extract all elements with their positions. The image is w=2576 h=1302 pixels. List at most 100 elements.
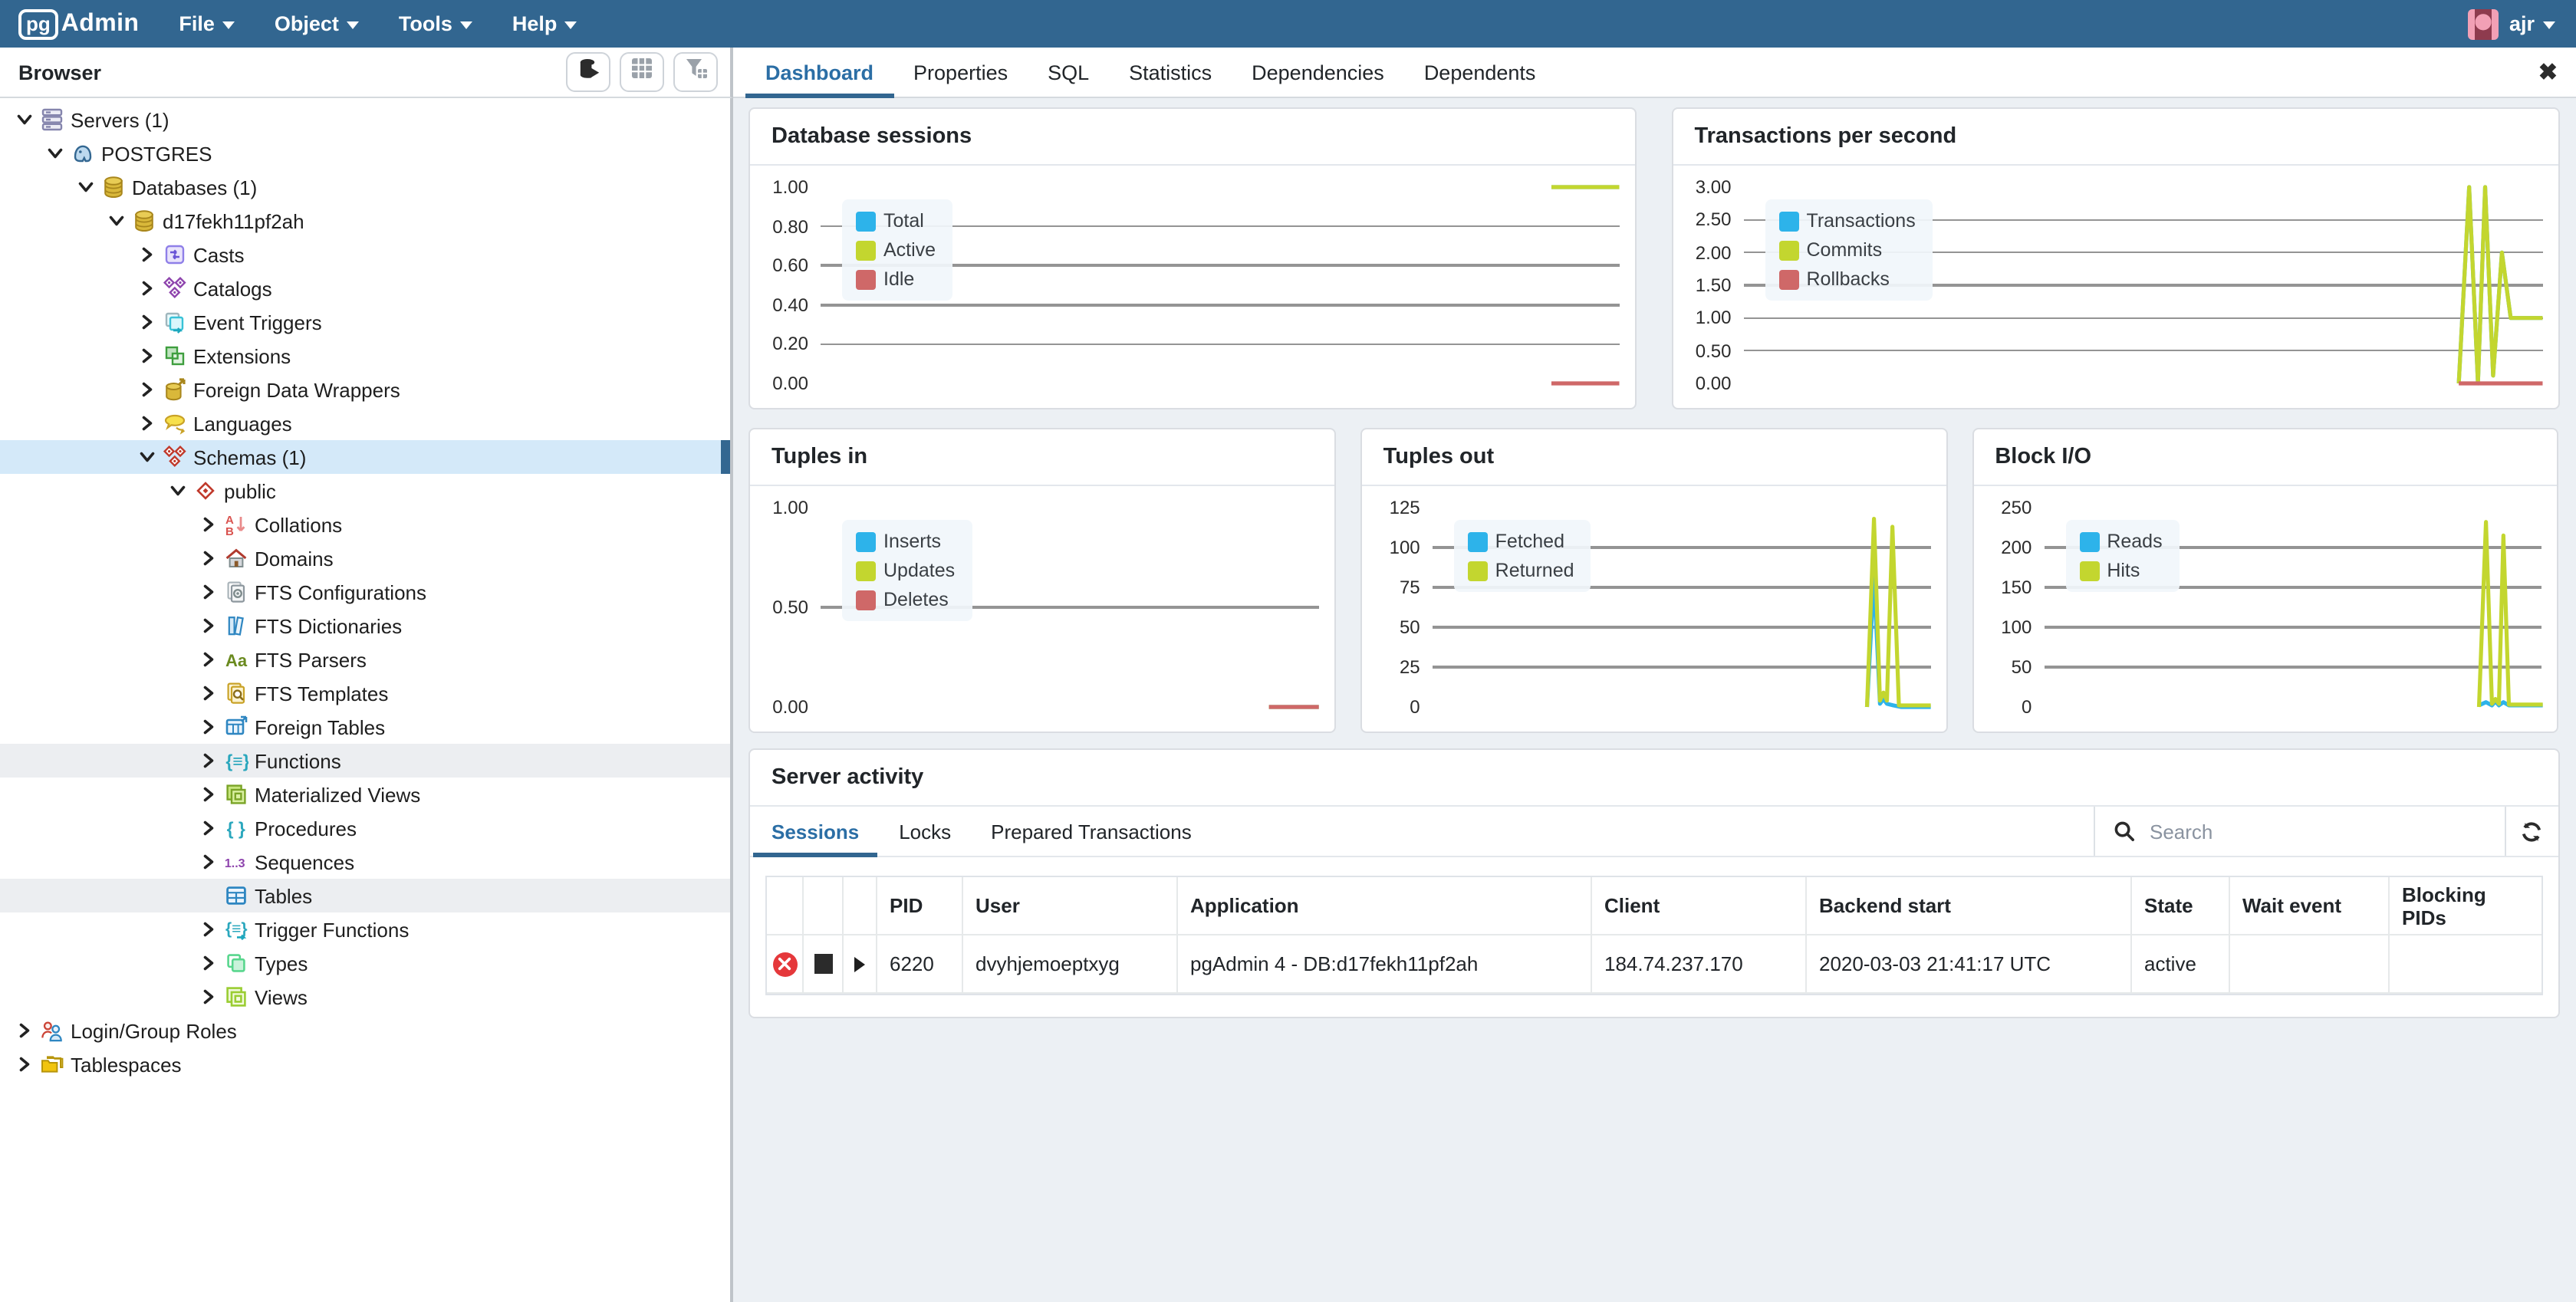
search-input[interactable] (2147, 818, 2413, 844)
tree-item-extensions[interactable]: Extensions (0, 339, 730, 373)
tree-expander-chevron-right-icon[interactable] (196, 715, 219, 738)
tree-expander-chevron-right-icon[interactable] (135, 277, 158, 300)
tree-item-materialized-views[interactable]: Materialized Views (0, 778, 730, 811)
tree-expander-chevron-right-icon[interactable] (135, 243, 158, 266)
tree-expander-chevron-down-icon[interactable] (104, 209, 127, 232)
menu-file[interactable]: File (179, 12, 235, 35)
tree-expander-chevron-right-icon[interactable] (12, 1053, 35, 1076)
tree-item-fts-dictionaries[interactable]: FTS Dictionaries (0, 609, 730, 643)
tree-expander-chevron-right-icon[interactable] (196, 952, 219, 975)
activity-tab-sessions[interactable]: Sessions (753, 807, 877, 856)
tree-expander-chevron-right-icon[interactable] (135, 378, 158, 401)
tree-expander-chevron-right-icon[interactable] (12, 1019, 35, 1042)
terminate-session-button[interactable] (772, 952, 797, 976)
tree-item-domains[interactable]: Domains (0, 541, 730, 575)
tree-expander-chevron-down-icon[interactable] (43, 142, 66, 165)
close-icon[interactable]: ✖ (2538, 48, 2558, 97)
tree-expander-chevron-right-icon[interactable] (196, 918, 219, 941)
tree-item-label: Tables (255, 884, 312, 907)
legend-item-transactions: Transactions (1779, 210, 1916, 232)
query-tool-button[interactable] (566, 52, 610, 92)
panel-database-sessions: Database sessions1.000.800.600.400.200.0… (748, 107, 1637, 409)
series-line-commits (2459, 187, 2542, 383)
tab-statistics[interactable]: Statistics (1109, 48, 1232, 97)
tree-item-servers-1[interactable]: Servers (1) (0, 103, 730, 136)
legend-item-active: Active (856, 239, 936, 261)
tree-expander-chevron-right-icon[interactable] (196, 513, 219, 536)
tree-item-fts-templates[interactable]: FTS Templates (0, 676, 730, 710)
tree-item-tables[interactable]: Tables (0, 879, 730, 912)
tree-expander-chevron-right-icon[interactable] (196, 682, 219, 705)
menu-tools[interactable]: Tools (399, 12, 472, 35)
tree-item-tablespaces[interactable]: Tablespaces (0, 1047, 730, 1081)
tree-item-event-triggers[interactable]: Event Triggers (0, 305, 730, 339)
tab-dashboard[interactable]: Dashboard (745, 48, 893, 97)
legend-item-returned: Returned (1468, 560, 1574, 581)
tree-expander-chevron-right-icon[interactable] (196, 547, 219, 570)
y-axis-tick-label: 0.00 (753, 373, 808, 394)
chart-legend: TransactionsCommitsRollbacks (1765, 199, 1933, 301)
tree-item-databases-1[interactable]: Databases (1) (0, 170, 730, 204)
tree-expander-chevron-right-icon[interactable] (196, 985, 219, 1008)
tree-expander-chevron-right-icon[interactable] (196, 614, 219, 637)
tree-item-login-group-roles[interactable]: Login/Group Roles (0, 1014, 730, 1047)
filter-data-button[interactable] (673, 52, 718, 92)
tree-expander-chevron-right-icon[interactable] (135, 344, 158, 367)
tree-expander-chevron-right-icon[interactable] (196, 648, 219, 671)
tree-item-schemas-1[interactable]: Schemas (1) (0, 440, 730, 474)
tree-item-catalogs[interactable]: Catalogs (0, 271, 730, 305)
tree-expander-chevron-right-icon[interactable] (135, 412, 158, 435)
menu-object[interactable]: Object (275, 12, 359, 35)
terminate-cell (767, 935, 804, 994)
tree-expander-chevron-down-icon[interactable] (135, 446, 158, 469)
tree-item-views[interactable]: Views (0, 980, 730, 1014)
tree-item-label: FTS Dictionaries (255, 614, 402, 637)
tree-item-foreign-data-wrappers[interactable]: Foreign Data Wrappers (0, 373, 730, 406)
tab-dependents[interactable]: Dependents (1404, 48, 1556, 97)
tree-item-fts-parsers[interactable]: AaFTS Parsers (0, 643, 730, 676)
tree-expander-chevron-down-icon[interactable] (74, 176, 97, 199)
languages-icon (163, 411, 187, 436)
tree-item-casts[interactable]: Casts (0, 238, 730, 271)
legend-item-total: Total (856, 210, 936, 232)
menu-help[interactable]: Help (512, 12, 577, 35)
activity-tab-prepared-transactions[interactable]: Prepared Transactions (972, 807, 1210, 856)
tablespaces-icon (40, 1052, 64, 1077)
tree-item-d17fekh11pf2ah[interactable]: d17fekh11pf2ah (0, 204, 730, 238)
legend-label: Updates (883, 560, 955, 581)
fts-dict-icon (224, 613, 248, 638)
y-axis-tick-label: 75 (1365, 577, 1420, 598)
tab-dependencies[interactable]: Dependencies (1232, 48, 1404, 97)
tree-expander-chevron-right-icon[interactable] (196, 783, 219, 806)
tree-expander-chevron-right-icon[interactable] (196, 850, 219, 873)
tree-item-public[interactable]: public (0, 474, 730, 508)
view-data-button[interactable] (620, 52, 664, 92)
tree-item-postgres[interactable]: POSTGRES (0, 136, 730, 170)
tab-properties[interactable]: Properties (893, 48, 1028, 97)
tree-item-foreign-tables[interactable]: Foreign Tables (0, 710, 730, 744)
cancel-query-button[interactable] (814, 954, 832, 974)
user-menu[interactable]: ajr (2468, 8, 2555, 39)
tree-expander-chevron-right-icon[interactable] (196, 580, 219, 603)
expand-row-button[interactable] (854, 956, 865, 972)
tree-item-trigger-functions[interactable]: {≡}Trigger Functions (0, 912, 730, 946)
tree-expander-chevron-down-icon[interactable] (12, 108, 35, 131)
legend-swatch (1779, 240, 1799, 260)
tab-sql[interactable]: SQL (1028, 48, 1109, 97)
tree-item-sequences[interactable]: 1..3Sequences (0, 845, 730, 879)
y-axis-tick-label: 0 (1365, 696, 1420, 718)
tree-item-fts-configurations[interactable]: FTS Configurations (0, 575, 730, 609)
activity-tab-locks[interactable]: Locks (880, 807, 969, 856)
tree-item-procedures[interactable]: { }Procedures (0, 811, 730, 845)
tree-expander-chevron-right-icon[interactable] (196, 817, 219, 840)
tree-item-types[interactable]: Types (0, 946, 730, 980)
tree-expander-chevron-right-icon[interactable] (135, 311, 158, 334)
tree-expander-chevron-down-icon[interactable] (166, 479, 189, 502)
tree-item-functions[interactable]: {≡}Functions (0, 744, 730, 778)
y-axis-tick-label: 200 (1976, 537, 2032, 558)
tree-item-collations[interactable]: ABCollations (0, 508, 730, 541)
refresh-button[interactable] (2504, 807, 2558, 856)
tree-expander-chevron-right-icon[interactable] (196, 749, 219, 772)
tree-item-languages[interactable]: Languages (0, 406, 730, 440)
charts-row-2: Tuples in1.000.500.00InsertsUpdatesDelet… (748, 428, 2559, 733)
